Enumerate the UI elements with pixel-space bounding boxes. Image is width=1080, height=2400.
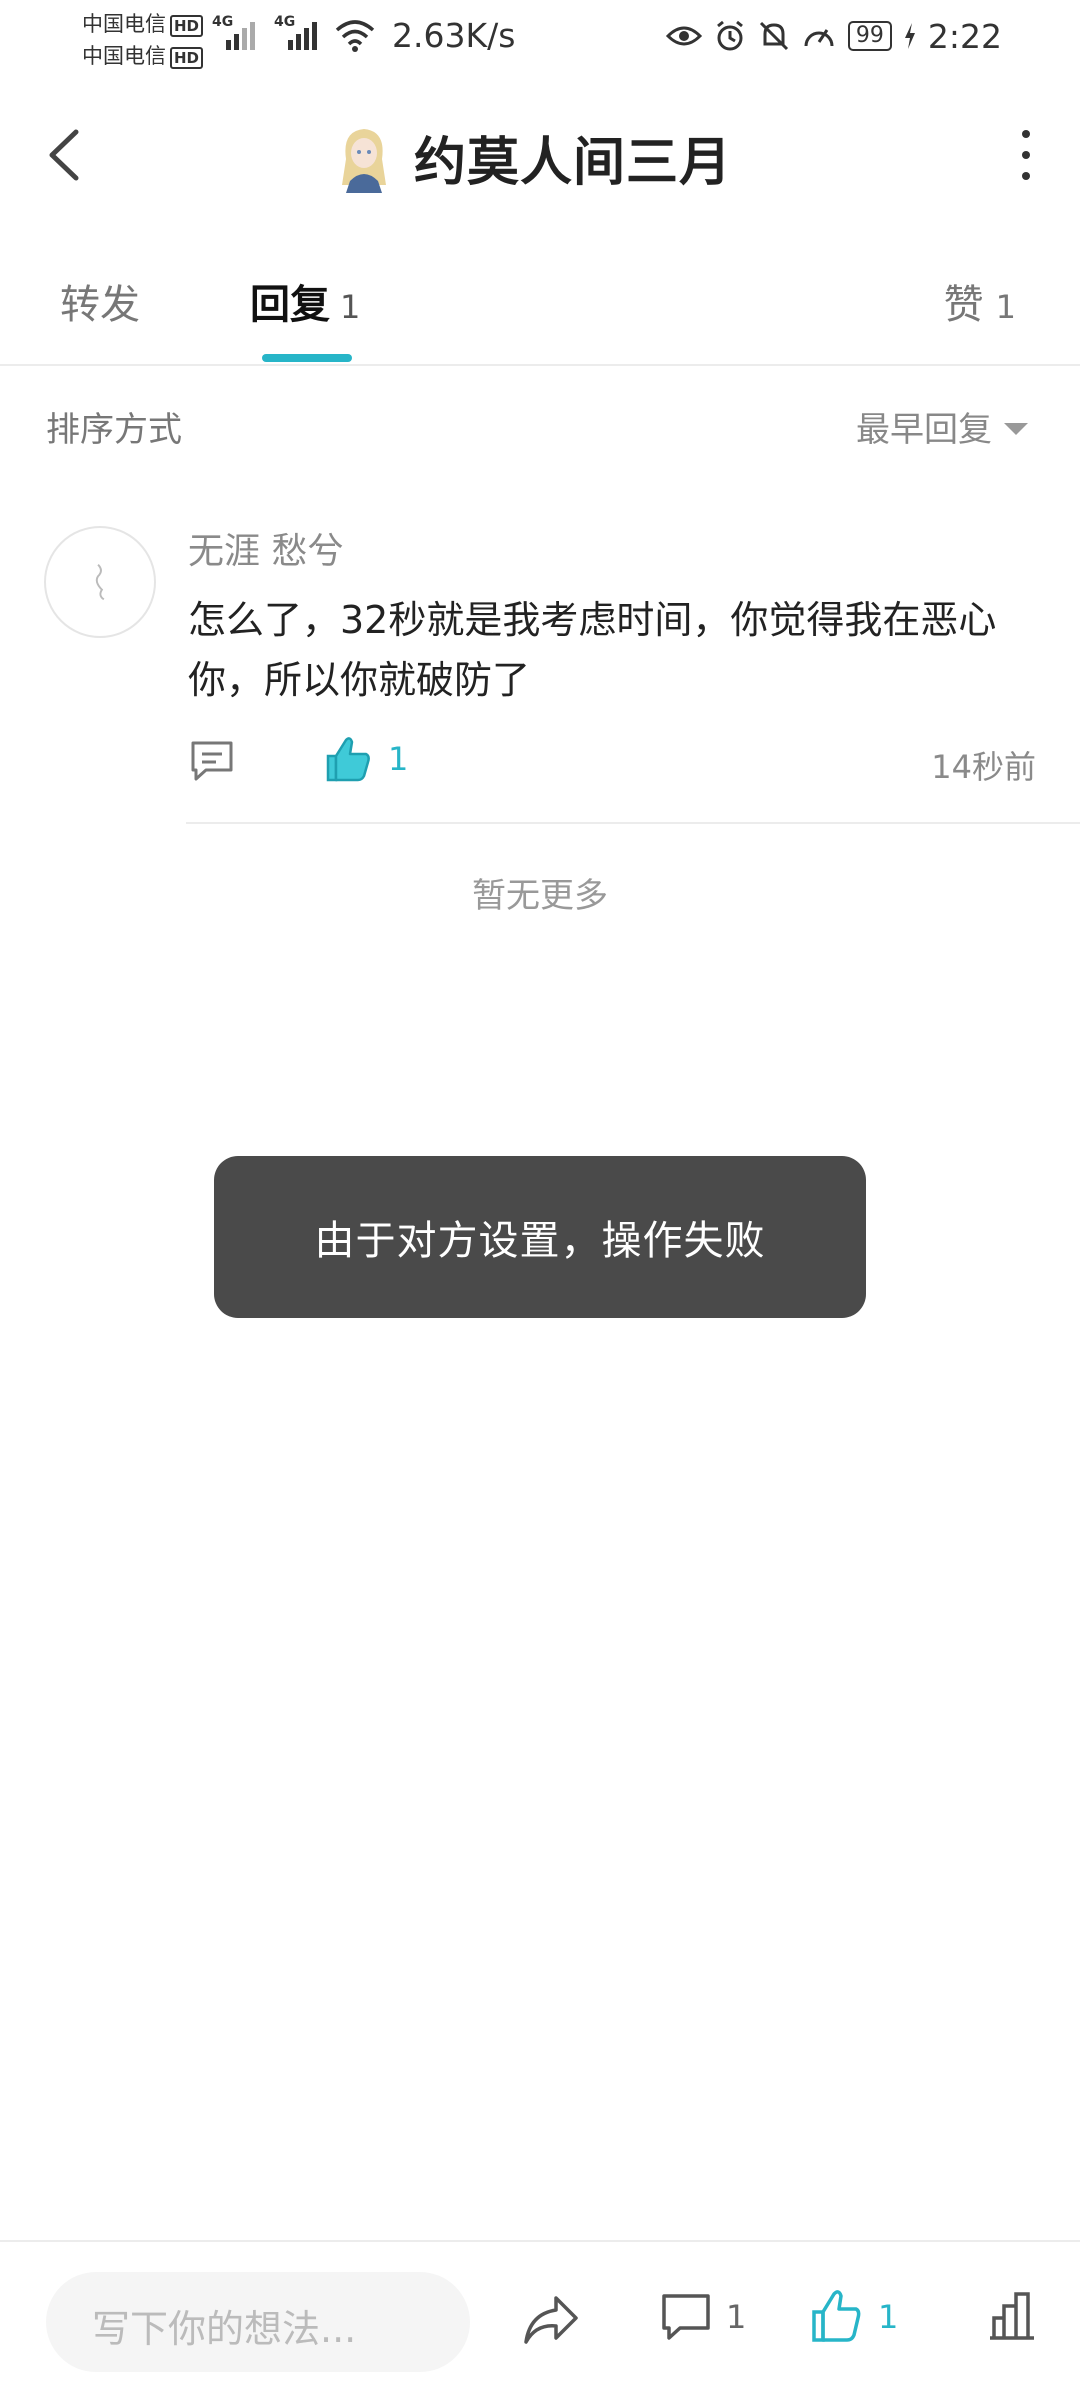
tab-like[interactable]: 赞1	[944, 272, 1016, 330]
user-avatar[interactable]	[332, 123, 396, 193]
page-title: 约莫人间三月	[414, 133, 733, 193]
sort-row: 排序方式 最早回复	[0, 390, 1080, 464]
charging-icon	[904, 23, 915, 49]
network-speed: 2.63K/s	[392, 16, 516, 55]
caret-down-icon	[1004, 422, 1028, 435]
divider	[186, 822, 1080, 824]
like-tab-count: 1	[995, 288, 1016, 326]
tab-forward[interactable]: 转发	[60, 272, 140, 330]
reply-tab-count: 1	[340, 288, 361, 326]
sort-label: 排序方式	[46, 410, 182, 450]
bottom-bar: 写下你的想法... 1 1	[0, 2240, 1080, 2400]
eye-icon	[665, 26, 702, 46]
share-icon[interactable]	[522, 2292, 580, 2348]
reply-icon[interactable]	[188, 738, 236, 784]
signal-icon	[288, 22, 317, 50]
hd-badge: HD	[170, 15, 204, 37]
title-wrap: 约莫人间三月	[332, 120, 732, 195]
sort-dropdown[interactable]: 最早回复	[856, 402, 1028, 451]
battery-level: 99	[847, 21, 892, 51]
tab-reply[interactable]: 回复 1	[250, 272, 360, 330]
comment-like-count: 1	[388, 740, 409, 778]
status-bar: 中国电信 HD 中国电信 HD 4G 4G 2.63K/s 99 2:22	[0, 0, 1080, 76]
toast-message: 由于对方设置，操作失败	[214, 1156, 866, 1318]
alarm-icon	[716, 20, 743, 51]
bottom-comment-count: 1	[726, 2298, 747, 2336]
tab-bar: 转发 回复 1 赞1	[0, 250, 1080, 366]
back-button[interactable]	[36, 122, 96, 188]
comment-item: 无涯 愁兮 怎么了，32秒就是我考虑时间，你觉得我在恶心你，所以你就破防了 1 …	[0, 520, 1080, 820]
comment-input-placeholder: 写下你的想法...	[92, 2307, 357, 2351]
sort-value: 最早回复	[856, 410, 992, 450]
comment-text: 怎么了，32秒就是我考虑时间，你觉得我在恶心你，所以你就破防了	[188, 598, 997, 702]
stats-icon[interactable]	[986, 2290, 1038, 2342]
active-tab-indicator	[262, 354, 352, 362]
no-more-text: 暂无更多	[472, 876, 608, 916]
speedometer-icon	[804, 29, 834, 47]
status-icons: 99 2:22	[665, 14, 1002, 58]
comment-icon[interactable]	[660, 2292, 712, 2342]
carrier-1: 中国电信 HD	[82, 8, 204, 38]
page: 中国电信 HD 中国电信 HD 4G 4G 2.63K/s 99 2:22 约莫…	[0, 0, 1080, 2400]
like-icon[interactable]	[810, 2288, 862, 2344]
comment-input[interactable]: 写下你的想法...	[46, 2272, 470, 2372]
status-time: 2:22	[927, 16, 1002, 56]
carrier-2: 中国电信 HD	[82, 40, 204, 70]
comment-actions: 1 14秒前	[188, 734, 1036, 794]
toast-text: 由于对方设置，操作失败	[314, 1218, 766, 1264]
bottom-like-count: 1	[878, 2298, 899, 2336]
header: 约莫人间三月	[0, 100, 1080, 210]
wifi-icon	[335, 20, 375, 52]
commenter-name[interactable]: 无涯 愁兮	[188, 522, 343, 574]
comment-time: 14秒前	[931, 748, 1036, 786]
more-options-icon[interactable]	[1014, 130, 1038, 180]
commenter-avatar[interactable]	[44, 526, 156, 638]
thumbs-up-icon[interactable]	[324, 734, 372, 784]
mute-bell-icon	[759, 21, 788, 51]
signal-icon	[226, 22, 255, 50]
hd-badge: HD	[170, 47, 204, 69]
